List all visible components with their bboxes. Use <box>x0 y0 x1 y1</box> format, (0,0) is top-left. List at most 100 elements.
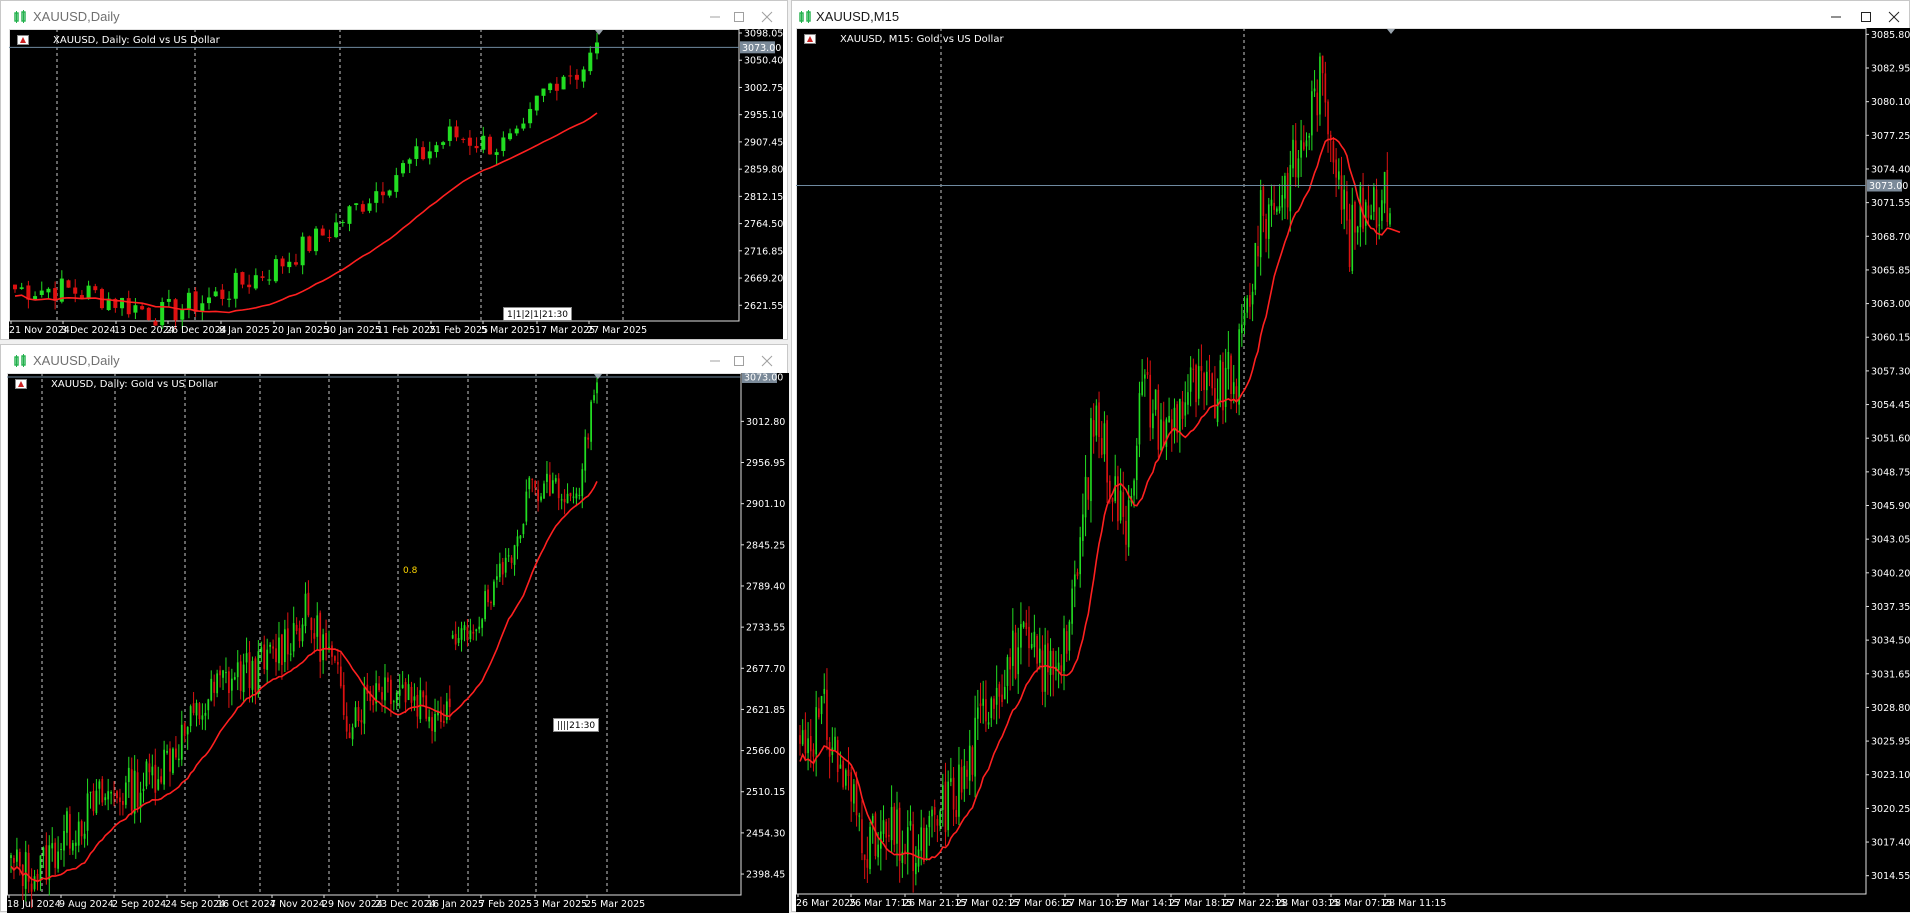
time-marker[interactable]: ||||21:30 <box>553 718 600 732</box>
candle-body <box>461 138 466 140</box>
price-chart[interactable]: 3012.80 2956.95 2901.10 2845.25 2789.40 2733.… <box>7 373 789 913</box>
candle-body <box>560 499 563 501</box>
candle-body <box>1122 492 1125 517</box>
chart-window-daily-1[interactable]: XAUUSD,Daily 3098.05 3050.40 3002.75 2955.1… <box>0 0 788 340</box>
candle-body <box>1152 413 1154 429</box>
candle-body <box>844 770 847 786</box>
maximize-button[interactable] <box>725 349 753 373</box>
candle-body <box>307 236 312 252</box>
price-chart[interactable]: 3085.80 3082.95 3080.10 3077.25 3074.40 3071.… <box>796 28 1910 912</box>
date-tick-label: 26 Mar 2025 <box>796 898 856 909</box>
candle-body <box>225 672 227 674</box>
time-marker[interactable]: 1|1|2|1|21:30 <box>503 307 572 321</box>
price-chart[interactable]: 3098.05 3050.40 3002.75 2955.10 2907.45 2859.… <box>9 29 783 339</box>
candle-body <box>826 689 828 740</box>
trading-icon[interactable] <box>17 35 47 46</box>
candle-body <box>1060 665 1063 674</box>
candle-body <box>928 816 931 828</box>
candle-body <box>1127 500 1130 548</box>
candlestick-chart[interactable]: 3012.80 2956.95 2901.10 2845.25 2789.40 2733.… <box>7 373 789 913</box>
trading-icon[interactable] <box>804 34 834 45</box>
candle-body <box>1125 520 1127 545</box>
close-button[interactable] <box>753 349 781 373</box>
candle-body <box>275 648 277 663</box>
candle-body <box>1028 626 1030 649</box>
candle-body <box>493 581 495 606</box>
candle-body <box>528 108 533 124</box>
candle-body <box>540 496 542 501</box>
candle-body <box>1012 630 1014 666</box>
maximize-button[interactable] <box>1852 5 1880 29</box>
candle-body <box>33 296 38 300</box>
date-tick-label: 11 Feb 2025 <box>377 325 436 336</box>
candle-body <box>295 624 298 631</box>
candle-body <box>124 782 127 805</box>
candle-body <box>445 701 448 720</box>
candle-body <box>1071 588 1073 624</box>
trading-icon[interactable] <box>15 379 45 390</box>
candle-body <box>1375 189 1378 228</box>
candle-body <box>1197 366 1200 399</box>
candle-body <box>372 699 375 706</box>
candlestick-chart[interactable]: 3085.80 3082.95 3080.10 3077.25 3074.40 3071.… <box>796 28 1910 912</box>
candle-body <box>1001 694 1003 703</box>
candle-body <box>809 736 812 752</box>
candle-body <box>1383 171 1386 204</box>
candle-body <box>236 662 239 678</box>
close-button[interactable] <box>1880 5 1908 29</box>
minimize-button[interactable] <box>1822 5 1850 29</box>
candle-body <box>233 677 236 680</box>
candle-body <box>475 629 478 632</box>
price-tick-label: 2789.40 <box>746 581 785 592</box>
candle-body <box>192 703 195 713</box>
candle-body <box>183 723 186 736</box>
price-tick-label: 2901.10 <box>746 499 785 510</box>
candlestick-chart[interactable]: 3098.05 3050.40 3002.75 2955.10 2907.45 2859.… <box>9 29 783 339</box>
candle-body <box>855 780 858 816</box>
candle-body <box>1022 622 1025 628</box>
candle-body <box>136 772 139 807</box>
candle-body <box>1216 398 1219 423</box>
candle-body <box>1117 476 1119 522</box>
current-price-label: 3073.00 <box>742 43 781 54</box>
candle-body <box>10 855 12 859</box>
candle-body <box>1095 405 1098 436</box>
candle-body <box>363 687 366 724</box>
candle-body <box>987 722 990 725</box>
candle-body <box>1297 158 1300 178</box>
candle-body <box>392 701 395 703</box>
minimize-icon <box>710 360 720 362</box>
candle-body <box>428 716 431 722</box>
maximize-button[interactable] <box>725 5 753 29</box>
candle-body <box>347 206 352 224</box>
price-tick-label: 3017.40 <box>1871 838 1910 849</box>
candle-body <box>861 819 863 854</box>
candle-body <box>898 807 901 861</box>
price-tick-label: 2621.55 <box>744 301 783 312</box>
price-tick-label: 3040.20 <box>1871 568 1910 579</box>
candle-body <box>977 707 979 719</box>
candle-body <box>510 557 513 563</box>
candle-body <box>1319 56 1321 115</box>
close-button[interactable] <box>753 5 781 29</box>
candle-body <box>410 686 413 703</box>
price-tick-label: 2859.80 <box>744 165 783 176</box>
candle-body <box>166 750 168 753</box>
candle-body <box>463 625 466 631</box>
candle-body <box>1354 201 1356 233</box>
candle-body <box>1265 218 1267 239</box>
candle-body <box>16 849 18 862</box>
price-tick-label: 2669.20 <box>744 274 783 285</box>
price-tick-label: 2454.30 <box>746 828 785 839</box>
candle-body <box>1340 175 1343 210</box>
candle-body <box>1381 200 1383 221</box>
chart-window-daily-2[interactable]: XAUUSD,Daily 3012.80 2956.95 2901.10 2845.2… <box>0 344 789 913</box>
candle-body <box>334 656 336 661</box>
candle-body <box>519 535 522 539</box>
chart-annotation: 0.8 <box>403 566 418 576</box>
candle-body <box>1063 628 1065 672</box>
candle-body <box>971 747 974 775</box>
candle-body <box>1211 373 1213 389</box>
candle-body <box>74 842 77 846</box>
date-tick-label: 26 Dec 2024 <box>166 325 227 336</box>
